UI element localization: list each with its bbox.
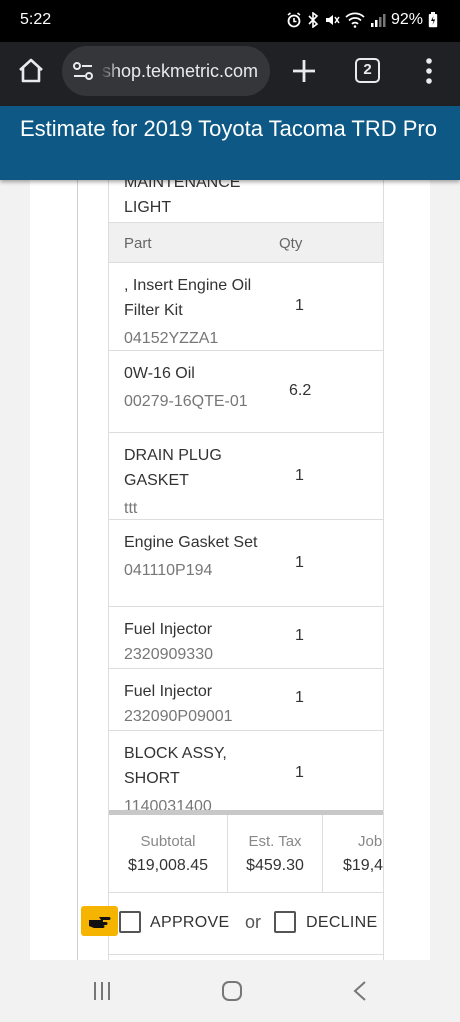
decline-label[interactable]: DECLINE — [306, 914, 377, 932]
battery-percent: 92% — [390, 11, 423, 28]
job-total-value: $19,467.75 — [343, 857, 384, 874]
table-row: DRAIN PLUG GASKET ttt 1 — [109, 433, 383, 520]
status-icons: 92% — [286, 11, 438, 29]
part-number: 2320909330 — [124, 646, 213, 663]
part-number: ttt — [124, 500, 138, 517]
home-nav-icon[interactable] — [221, 980, 243, 1007]
status-bar: 5:22 92% — [0, 0, 460, 42]
subtotal-cell: Subtotal $19,008.45 — [109, 815, 227, 893]
alarm-icon — [286, 12, 302, 28]
approval-actions: APPROVE or DECLINE — [109, 893, 383, 955]
battery-icon — [428, 12, 438, 28]
part-qty: 1 — [295, 764, 304, 781]
site-settings-icon[interactable] — [72, 60, 94, 87]
part-name: Fuel Injector — [124, 683, 213, 700]
part-qty: 1 — [295, 689, 304, 706]
table-row: Engine Gasket Set 041110P194 1 — [109, 520, 383, 607]
table-row: Fuel Injector 2320909330 1 — [109, 607, 383, 669]
browser-toolbar: shop.tekmetric.com 2 — [0, 42, 460, 106]
part-name: Engine Gasket Set — [124, 534, 258, 551]
subtotal-value: $19,008.45 — [127, 857, 209, 874]
tax-value: $459.30 — [246, 857, 304, 874]
decline-checkbox[interactable] — [274, 911, 296, 933]
table-row: Fuel Injector 232090P09001 1 — [109, 669, 383, 731]
signal-icon — [370, 12, 386, 28]
part-qty: 1 — [295, 467, 304, 484]
table-row: 0W-16 Oil 00279-16QTE-01 6.2 — [109, 351, 383, 433]
tab-switcher-button[interactable]: 2 — [355, 58, 380, 83]
table-row: , Insert Engine Oil Filter Kit 04152YZZA… — [109, 263, 383, 351]
parts-table-header: Part Qty — [109, 222, 383, 263]
part-name: DRAIN PLUG GASKET — [124, 447, 222, 489]
approve-label[interactable]: APPROVE — [150, 914, 229, 932]
totals-cell-divider — [322, 815, 323, 893]
part-qty: 6.2 — [289, 382, 312, 399]
part-qty: 1 — [295, 554, 304, 571]
part-column-header: Part — [124, 235, 152, 252]
part-name: , Insert Engine Oil Filter Kit — [124, 277, 252, 319]
or-label: or — [245, 912, 262, 932]
table-row: BLOCK ASSY, SHORT 1140031400 1 — [109, 731, 383, 815]
job-total-cell: Job Total $19,467.75 — [337, 815, 384, 893]
job-card: MAINTENANCE LIGHT Part Qty , Insert Engi… — [108, 150, 384, 960]
timeline-rule — [77, 180, 78, 960]
subtotal-label: Subtotal — [140, 833, 196, 850]
approve-checkbox[interactable] — [119, 911, 141, 933]
mute-icon — [324, 12, 340, 28]
part-name: BLOCK ASSY, SHORT — [124, 745, 227, 787]
wifi-icon — [345, 12, 365, 28]
more-menu-icon[interactable] — [420, 56, 438, 86]
tax-cell: Est. Tax $459.30 — [228, 815, 322, 893]
part-qty: 1 — [295, 297, 304, 314]
back-icon[interactable] — [352, 980, 368, 1007]
recent-apps-icon[interactable] — [92, 980, 112, 1007]
system-navigation-bar — [0, 960, 460, 1022]
tax-label: Est. Tax — [248, 833, 302, 850]
bluetooth-icon — [307, 12, 319, 28]
status-time: 5:22 — [20, 11, 52, 28]
pointing-hand-icon — [81, 906, 118, 936]
part-number: 00279-16QTE-01 — [124, 393, 248, 410]
new-tab-icon[interactable] — [290, 57, 318, 85]
url-fade — [100, 56, 120, 86]
part-number: 041110P194 — [124, 562, 213, 579]
job-title-line-2: LIGHT — [124, 199, 172, 216]
totals-row: Subtotal $19,008.45 Est. Tax $459.30 Job… — [109, 815, 384, 893]
url-text: shop.tekmetric.com — [102, 61, 259, 81]
part-name: 0W-16 Oil — [124, 365, 195, 382]
home-icon[interactable] — [16, 56, 46, 86]
part-name: Fuel Injector — [124, 621, 213, 638]
part-number: 232090P09001 — [124, 708, 233, 725]
address-bar[interactable]: shop.tekmetric.com — [62, 46, 270, 96]
page-title: Estimate for 2019 Toyota Tacoma TRD Pro — [0, 106, 460, 180]
job-total-label: Job Total — [358, 833, 383, 850]
part-number: 04152YZZA1 — [124, 330, 219, 347]
qty-column-header: Qty — [279, 235, 303, 252]
part-qty: 1 — [295, 627, 304, 644]
